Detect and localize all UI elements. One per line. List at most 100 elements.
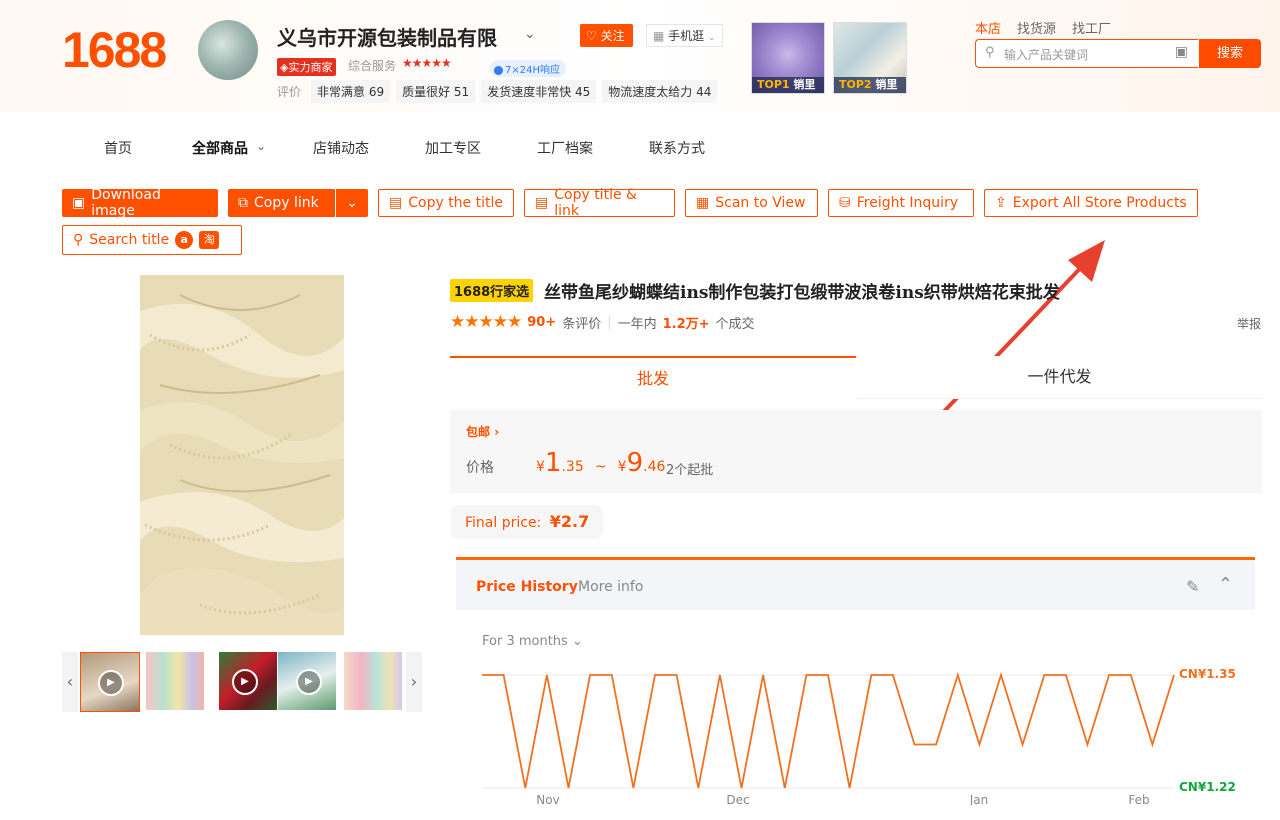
price-label: 价格 (466, 460, 494, 476)
main-product-image[interactable] (140, 275, 344, 635)
copy-title-button[interactable]: ▤ Copy the title (378, 189, 514, 217)
tab-find-factory[interactable]: 找工厂 (1072, 18, 1111, 37)
search-icon: ⚲ (985, 45, 995, 60)
review-suffix: 条评价 (562, 316, 602, 332)
chevron-down-icon[interactable]: ⌄ (524, 26, 536, 42)
copy-title-link-button[interactable]: ▤ Copy title & link (524, 187, 675, 219)
rating-row: ★★★★★ 90+ 条评价 | 一年内 1.2万+ 个成交 (450, 312, 755, 332)
shop-nav: 首页 全部商品 ⌄ 店铺动态 加工专区 工厂档案 联系方式 (0, 138, 1280, 158)
service-stars: ★★★★★ (402, 56, 452, 70)
thumbnail-image[interactable]: ▶ (278, 652, 336, 710)
export-products-button[interactable]: ⇪ Export All Store Products (984, 189, 1198, 217)
evaluation-chip: 非常满意 69 (311, 80, 391, 103)
search-title-button[interactable]: ⚲ Search title a 淘 (62, 225, 242, 255)
copy-link-label: Copy link (254, 195, 319, 211)
evaluation-chip: 质量很好 51 (396, 80, 476, 103)
search-scope-tabs: 本店 找货源 找工厂 (975, 18, 1111, 37)
shop-name[interactable]: 义乌市开源包装制品有限 (277, 22, 497, 51)
scan-to-view-button[interactable]: ▦ Scan to View (685, 189, 818, 217)
play-icon: ▶ (98, 670, 124, 696)
nav-factory-profile[interactable]: 工厂档案 (537, 138, 593, 158)
tab-this-store[interactable]: 本店 (975, 18, 1001, 37)
heart-icon: ♡ (586, 29, 597, 43)
chevron-left-icon[interactable]: ‹ (62, 652, 78, 712)
final-price-label: Final price: (465, 515, 542, 531)
x-axis-tick-label: Feb (1128, 793, 1149, 805)
chevron-down-icon[interactable]: ⌄ (256, 139, 266, 153)
play-icon: ▶ (296, 669, 322, 695)
thumbnail-image[interactable] (344, 652, 402, 710)
thumbnail-image[interactable] (146, 652, 204, 710)
top2-product-card[interactable]: TOP2 销里 (833, 22, 907, 94)
report-link[interactable]: 举报 (1237, 315, 1261, 332)
sales-count: 1.2万+ (662, 316, 710, 332)
price-history-chart: Nov Dec Jan Feb (482, 671, 1175, 805)
nav-all-products[interactable]: 全部商品 (192, 138, 248, 158)
copy-link-dropdown[interactable]: ⌄ (336, 189, 368, 217)
nav-contact[interactable]: 联系方式 (649, 138, 705, 158)
site-logo[interactable]: 1688 (62, 22, 167, 78)
top-rank-suffix: 销里 (875, 78, 898, 91)
free-shipping-link[interactable]: 包邮 › (466, 423, 499, 440)
taobao-icon[interactable]: 淘 (199, 231, 220, 249)
copy-link-button[interactable]: ⧉ Copy link (228, 189, 335, 217)
top1-product-card[interactable]: TOP1 销里 (751, 22, 825, 94)
freight-inquiry-button[interactable]: ⛁ Freight Inquiry (828, 189, 974, 217)
tab-wholesale[interactable]: 批发 (450, 356, 856, 400)
top-rank-tag: TOP1 销里 (752, 77, 824, 93)
nav-store-news[interactable]: 店铺动态 (313, 138, 369, 158)
chevron-right-icon[interactable]: › (406, 652, 422, 712)
price-low-integer: 1 (544, 448, 562, 478)
chevron-right-icon: › (494, 425, 500, 439)
scan-to-view-label: Scan to View (715, 195, 806, 211)
service-label: 综合服务 (348, 59, 397, 73)
search-input[interactable]: ⚲ 输入产品关键词 ▣ (975, 39, 1198, 68)
tab-dropshipping[interactable]: 一件代发 (857, 356, 1262, 399)
nav-home[interactable]: 首页 (104, 138, 132, 158)
evaluation-label: 评价 (277, 85, 302, 99)
strength-badge-label: 实力商家 (288, 61, 333, 74)
price-series-line (482, 671, 1175, 789)
year-label: 一年内 (617, 316, 657, 332)
review-count[interactable]: 90+ (527, 315, 556, 330)
range-separator: ~ (594, 459, 607, 475)
thumbnail-image[interactable]: ▶ (80, 652, 140, 712)
x-axis-tick-label: Dec (726, 793, 749, 805)
free-shipping-label: 包邮 (466, 425, 491, 439)
evaluation-chip: 发货速度非常快 45 (481, 80, 597, 103)
copy-title-link-label: Copy title & link (554, 187, 637, 219)
top-rank: TOP2 (839, 78, 872, 91)
minimum-order: 2个起批 (666, 463, 714, 478)
x-axis-tick-label: Jan (969, 793, 989, 805)
expert-choice-tag: 1688行家选 (450, 279, 534, 302)
evaluation-chip: 物流速度太给力 44 (602, 80, 718, 103)
truck-icon: ⛁ (839, 195, 851, 211)
product-image (344, 652, 402, 710)
document-icon: ▤ (535, 195, 549, 211)
nav-processing[interactable]: 加工专区 (425, 138, 481, 158)
tab-find-source[interactable]: 找货源 (1017, 18, 1056, 37)
product-image (146, 652, 204, 710)
mobile-browse-button[interactable]: ▦ 手机逛 ⌄ (646, 24, 723, 47)
top-rank: TOP1 (757, 78, 790, 91)
price-panel: 包邮 › 价格 ¥1.35 ~ ¥9.46 2个起批 (450, 410, 1262, 493)
top-rank-tag: TOP2 销里 (834, 77, 906, 93)
price-history-panel: Price History More info ✎ ⌃ For 3 months… (456, 557, 1255, 820)
play-icon: ▶ (232, 669, 258, 695)
strength-merchant-badge: ◈实力商家 (277, 58, 337, 76)
image-icon: ▣ (72, 195, 86, 211)
alibaba-icon[interactable]: a (175, 231, 194, 249)
thumbnail-image[interactable]: ▶ (219, 652, 277, 710)
shop-avatar[interactable] (198, 20, 258, 80)
response-badge: 7×24H响应 (490, 60, 566, 77)
copy-icon: ⧉ (238, 195, 248, 211)
follow-button[interactable]: ♡ 关注 (580, 24, 633, 47)
follow-label: 关注 (600, 29, 625, 43)
download-image-button[interactable]: ▣ Download image (62, 187, 218, 219)
mobile-browse-label: 手机逛 (668, 29, 705, 43)
camera-icon[interactable]: ▣ (1175, 44, 1188, 60)
sales-suffix: 个成交 (715, 316, 755, 332)
final-price-value: ¥2.7 (549, 512, 590, 531)
search-button[interactable]: 搜索 (1199, 39, 1261, 68)
price-high-integer: 9 (626, 448, 644, 478)
